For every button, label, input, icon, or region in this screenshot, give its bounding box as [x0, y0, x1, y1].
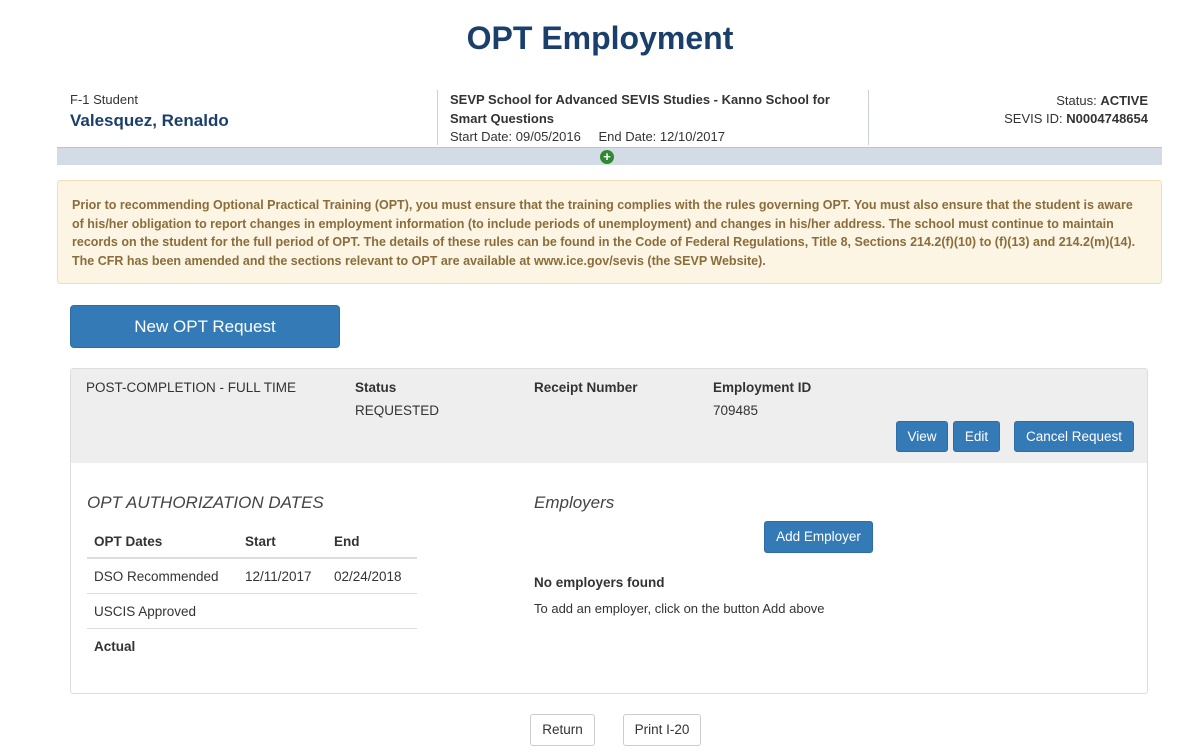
student-header: F-1 Student Valesquez, Renaldo SEVP Scho…: [57, 87, 1162, 149]
opt-type: POST-COMPLETION - FULL TIME: [86, 380, 296, 395]
opt-date-start: [238, 629, 327, 664]
opt-date-type: USCIS Approved: [87, 593, 238, 629]
sevis-id-value: N0004748654: [1066, 111, 1148, 126]
no-employers-message: No employers found: [534, 575, 665, 590]
opt-date-type: Actual: [94, 638, 136, 654]
plus-circle-icon[interactable]: +: [600, 150, 614, 164]
student-name: Valesquez, Renaldo: [70, 111, 229, 130]
request-status-label: Status: [355, 380, 397, 395]
print-i20-button[interactable]: Print I-20: [623, 714, 701, 746]
school-info: SEVP School for Advanced SEVIS Studies -…: [437, 90, 869, 145]
table-row: DSO Recommended 12/11/2017 02/24/2018: [87, 558, 417, 594]
sevis-id-label: SEVIS ID:: [1004, 111, 1063, 126]
return-button[interactable]: Return: [530, 714, 595, 746]
status-value: ACTIVE: [1100, 93, 1148, 108]
add-employer-button[interactable]: Add Employer: [764, 521, 873, 553]
expand-header-bar[interactable]: +: [57, 148, 1162, 165]
table-header-row: OPT Dates Start End: [87, 526, 417, 559]
receipt-number-label: Receipt Number: [534, 380, 638, 395]
employment-id-value: 709485: [713, 403, 759, 418]
page-title: OPT Employment: [466, 20, 734, 56]
opt-request-card: POST-COMPLETION - FULL TIME Status REQUE…: [70, 368, 1148, 694]
employment-id: Employment ID 709485: [713, 380, 811, 418]
employment-id-label: Employment ID: [713, 380, 812, 395]
end-date-label: End Date:: [598, 129, 657, 144]
student-status: Status: ACTIVE SEVIS ID: N0004748654: [1004, 92, 1148, 128]
status-label: Status:: [1056, 93, 1097, 108]
opt-warning-alert: Prior to recommending Optional Practical…: [57, 180, 1162, 284]
new-opt-request-button[interactable]: New OPT Request: [70, 305, 340, 348]
add-employer-hint: To add an employer, click on the button …: [534, 601, 825, 616]
opt-request-summary: POST-COMPLETION - FULL TIME Status REQUE…: [71, 369, 1147, 463]
opt-authorization-dates-title: OPT AUTHORIZATION DATES: [87, 493, 324, 512]
end-date-value: 12/10/2017: [659, 129, 725, 144]
request-status-value: REQUESTED: [355, 403, 440, 418]
school-name: SEVP School for Advanced SEVIS Studies -…: [450, 92, 830, 126]
table-row: USCIS Approved: [87, 593, 417, 629]
receipt-number: Receipt Number: [534, 380, 638, 403]
opt-date-start: [238, 593, 327, 629]
column-header-end: End: [327, 526, 417, 559]
table-row: Actual: [87, 629, 417, 664]
opt-date-end: [327, 629, 417, 664]
column-header-opt-dates: OPT Dates: [87, 526, 238, 559]
opt-dates-table: OPT Dates Start End DSO Recommended 12/1…: [87, 526, 417, 663]
opt-date-type: DSO Recommended: [87, 558, 238, 594]
opt-date-start: 12/11/2017: [238, 558, 327, 594]
opt-date-end: 02/24/2018: [327, 558, 417, 594]
opt-date-end: [327, 593, 417, 629]
program-dates: Start Date: 09/05/2016 End Date: 12/10/2…: [450, 129, 868, 144]
student-type: F-1 Student: [70, 92, 138, 107]
view-button[interactable]: View: [896, 421, 948, 452]
employers-title: Employers: [534, 493, 615, 512]
edit-button[interactable]: Edit: [953, 421, 1000, 452]
cancel-request-button[interactable]: Cancel Request: [1014, 421, 1134, 452]
column-header-start: Start: [238, 526, 327, 559]
opt-type-value: POST-COMPLETION - FULL TIME: [86, 380, 297, 395]
start-date-value: 09/05/2016: [515, 129, 581, 144]
student-info: F-1 Student Valesquez, Renaldo: [70, 92, 229, 131]
request-status: Status REQUESTED: [355, 380, 439, 418]
start-date-label: Start Date:: [450, 129, 513, 144]
